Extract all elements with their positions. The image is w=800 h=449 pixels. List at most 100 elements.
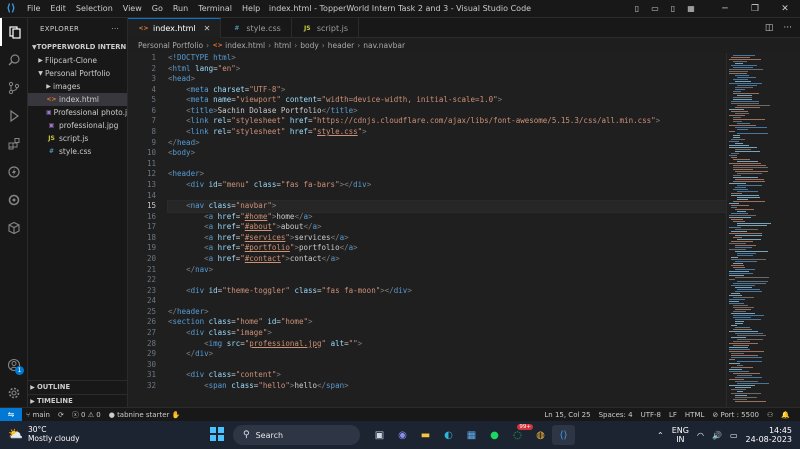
code-line[interactable]: <link rel="stylesheet" href="style.css"> — [168, 127, 726, 138]
code-line[interactable]: </nav> — [168, 265, 726, 276]
clock[interactable]: 14:45 24-08-2023 — [746, 426, 793, 444]
wifi-icon[interactable]: ◠ — [697, 431, 704, 440]
minimap[interactable] — [726, 53, 800, 407]
whatsapp-icon[interactable]: ◌ 99+ — [506, 424, 533, 445]
breadcrumb-header[interactable]: header — [328, 41, 354, 50]
code-line[interactable]: <a href="#about">about</a> — [168, 222, 726, 233]
tree-item-professional-photo[interactable]: ▣ Professional photo.j... — [28, 106, 127, 119]
code-line[interactable]: <a href="#home">home</a> — [168, 212, 726, 223]
project-folder-header[interactable]: ▼ TOPPERWORLD INTERN T... — [28, 40, 127, 54]
code-line[interactable] — [168, 275, 726, 286]
code-line[interactable]: <div class="image"> — [168, 328, 726, 339]
code-line[interactable] — [168, 296, 726, 307]
file-explorer-icon[interactable]: ▬ — [414, 425, 437, 445]
chrome-icon[interactable]: ◍ — [529, 425, 552, 445]
menu-view[interactable]: View — [118, 4, 147, 13]
remote-indicator-icon[interactable]: ⇋ — [0, 407, 22, 422]
tabnine-status[interactable]: ● tabnine starter ✋ — [105, 411, 185, 419]
notifications-bell-icon[interactable]: 🔔 — [777, 411, 794, 419]
code-line[interactable]: <header> — [168, 169, 726, 180]
end-of-line[interactable]: LF — [665, 411, 681, 419]
more-actions-icon[interactable]: ··· — [783, 23, 792, 33]
spotify-icon[interactable]: ● — [483, 425, 506, 445]
menu-go[interactable]: Go — [147, 4, 168, 13]
store-icon[interactable]: ▦ — [460, 425, 483, 445]
tree-item-style-css[interactable]: # style.css — [28, 145, 127, 158]
branch-status[interactable]: ⑂ main — [22, 411, 54, 419]
code-line[interactable]: <span class="hello">hello</span> — [168, 381, 726, 392]
extensions-icon[interactable] — [0, 130, 28, 158]
toggle-sidebar-icon[interactable]: ▯ — [628, 0, 646, 18]
tree-item-flipcart-clone[interactable]: ▶ Flipcart-Clone — [28, 54, 127, 67]
account-icon[interactable]: 1 — [0, 351, 28, 379]
code-line[interactable]: <a href="#portfolio">portfolio</a> — [168, 243, 726, 254]
tree-item-images[interactable]: ▶ images — [28, 80, 127, 93]
source-control-icon[interactable] — [0, 74, 28, 102]
code-line[interactable]: </head> — [168, 138, 726, 149]
breadcrumb-file[interactable]: index.html — [225, 41, 265, 50]
toggle-panel-icon[interactable]: ▭ — [646, 0, 664, 18]
menu-file[interactable]: File — [22, 4, 45, 13]
manage-gear-icon[interactable] — [0, 379, 28, 407]
tab-script-js[interactable]: JS script.js — [292, 18, 360, 38]
code-line[interactable]: <a href="#contact">contact</a> — [168, 254, 726, 265]
language-indicator[interactable]: ENG IN — [672, 426, 689, 444]
code-area[interactable]: <!DOCTYPE html> <html lang="en"> <head> <m… — [167, 53, 726, 392]
weather-widget[interactable]: ⛅ 30°C Mostly cloudy — [8, 425, 80, 443]
tab-style-css[interactable]: # style.css — [221, 18, 292, 38]
menu-selection[interactable]: Selection — [71, 4, 118, 13]
taskbar-search[interactable]: ⚲ Search — [233, 425, 360, 445]
code-line[interactable]: <div id="menu" class="fas fa-bars"></div… — [168, 180, 726, 191]
code-line[interactable]: <!DOCTYPE html> — [168, 53, 726, 64]
encoding[interactable]: UTF-8 — [637, 411, 665, 419]
tab-index-html[interactable]: <> index.html ✕ — [128, 18, 222, 38]
teams-icon[interactable]: ◉ — [391, 425, 414, 445]
breadcrumb-nav[interactable]: nav.navbar — [363, 41, 405, 50]
live-share-icon[interactable] — [0, 158, 28, 186]
menu-run[interactable]: Run — [168, 4, 193, 13]
code-line[interactable]: <nav class="navbar"> — [167, 200, 726, 213]
tree-item-index-html[interactable]: <> index.html — [28, 93, 127, 106]
close-button[interactable]: ✕ — [770, 0, 800, 18]
toggle-secondary-sidebar-icon[interactable]: ▯ — [664, 0, 682, 18]
cursor-position[interactable]: Ln 15, Col 25 — [540, 411, 594, 419]
chevron-up-icon[interactable]: ⌃ — [657, 431, 664, 440]
code-line[interactable]: <div class="content"> — [168, 370, 726, 381]
code-line[interactable]: <body> — [168, 148, 726, 159]
menu-help[interactable]: Help — [237, 4, 265, 13]
explorer-icon[interactable] — [0, 18, 28, 46]
start-button[interactable] — [210, 427, 224, 441]
vscode-taskbar-icon[interactable]: ⟨⟩ — [552, 425, 575, 445]
code-editor[interactable]: 1 2 3 4 5 6 7 8 9 10 11 12 13 14 15 16 17 18 19 20 21 22 23 24 2… — [128, 53, 726, 407]
sync-icon[interactable]: ⟳ — [54, 411, 68, 419]
code-line[interactable]: <head> — [168, 74, 726, 85]
code-line[interactable]: <section class="home" id="home"> — [168, 317, 726, 328]
code-line[interactable]: </header> — [168, 307, 726, 318]
code-line[interactable]: <title>Sachin Dolase Portfolio</title> — [168, 106, 726, 117]
live-server-status[interactable]: ⊘ Port : 5500 — [708, 411, 763, 419]
volume-icon[interactable]: 🔊 — [712, 431, 722, 440]
breadcrumb-folder[interactable]: Personal Portfolio — [138, 41, 203, 50]
code-line[interactable]: <meta charset="UTF-8"> — [168, 85, 726, 96]
code-line[interactable]: <link rel="stylesheet" href="https://cdn… — [168, 116, 726, 127]
code-line[interactable] — [168, 360, 726, 371]
customize-layout-icon[interactable]: ▦ — [682, 0, 700, 18]
task-view-icon[interactable]: ▣ — [368, 425, 391, 445]
language-mode[interactable]: HTML — [681, 411, 708, 419]
breadcrumb-html[interactable]: html — [274, 41, 291, 50]
tree-item-personal-portfolio[interactable]: ▼ Personal Portfolio — [28, 67, 127, 80]
timeline-section[interactable]: ▶ TIMELINE — [28, 394, 128, 407]
edge-icon[interactable]: ◐ — [437, 425, 460, 445]
code-line[interactable]: <div id="theme-toggler" class="fas fa-mo… — [168, 286, 726, 297]
feedback-icon[interactable]: ⚇ — [763, 411, 777, 419]
restore-button[interactable]: ❐ — [740, 0, 770, 18]
minimize-button[interactable]: ─ — [710, 0, 740, 18]
breadcrumb-body[interactable]: body — [300, 41, 319, 50]
code-line[interactable]: <a href="#services">services</a> — [168, 233, 726, 244]
code-line[interactable]: </div> — [168, 349, 726, 360]
tree-item-professional-jpg[interactable]: ▣ professional.jpg — [28, 119, 127, 132]
search-icon[interactable] — [0, 46, 28, 74]
run-debug-icon[interactable] — [0, 102, 28, 130]
code-line[interactable]: <meta name="viewport" content="width=dev… — [168, 95, 726, 106]
code-line[interactable]: <html lang="en"> — [168, 64, 726, 75]
